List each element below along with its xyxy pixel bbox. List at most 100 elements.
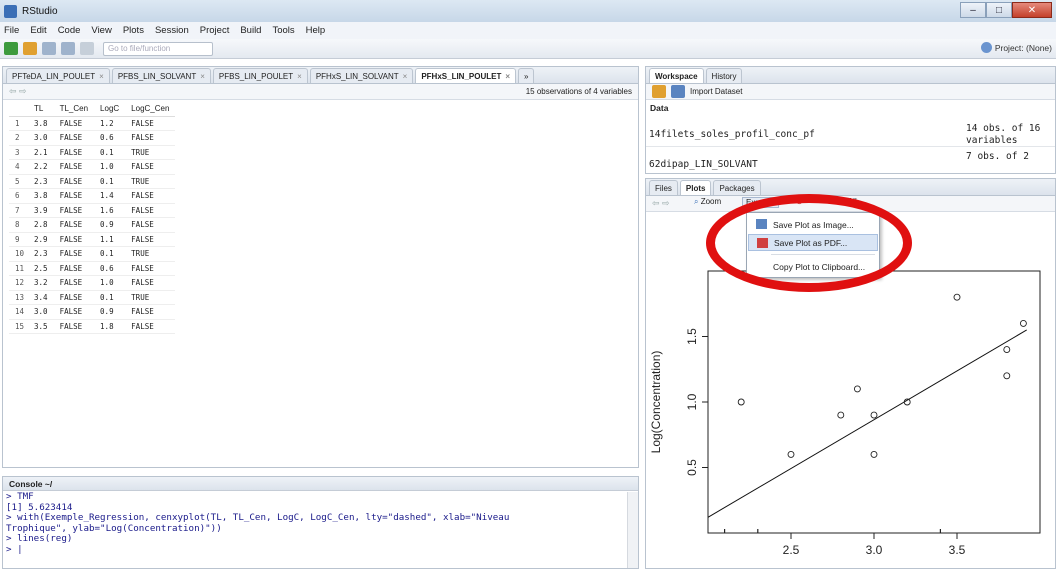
menu-tools[interactable]: Tools xyxy=(272,25,294,36)
table-row: 11 2.5 FALSE 0.6 FALSE xyxy=(9,261,176,276)
close-tab-icon[interactable]: × xyxy=(297,72,302,81)
tab-workspace[interactable]: Workspace xyxy=(649,68,704,83)
data-point xyxy=(737,398,745,406)
y-tick-label: 0.5 xyxy=(685,459,699,476)
back-forward-icon[interactable]: ⇦ ⇨ xyxy=(9,86,27,97)
plot-back-forward-icon[interactable]: ⇦ ⇨ xyxy=(652,198,670,209)
table-row: 2 3.0 FALSE 0.6 FALSE xyxy=(9,130,176,146)
row-number: 14 xyxy=(9,304,29,320)
menu-session[interactable]: Session xyxy=(155,25,189,36)
close-tab-icon[interactable]: × xyxy=(99,72,104,81)
tab-packages[interactable]: Packages xyxy=(713,180,761,195)
console-output[interactable]: > TMF [1] 5.623414 > with(Exemple_Regressi… xyxy=(6,492,624,568)
maximize-button[interactable]: □ xyxy=(986,2,1012,18)
observations-label: 15 observations of 4 variables xyxy=(525,87,632,96)
table-cell: 3.0 xyxy=(28,130,54,146)
menu-build[interactable]: Build xyxy=(240,25,261,36)
console-scrollbar[interactable] xyxy=(627,492,638,568)
close-tab-icon[interactable]: × xyxy=(200,72,205,81)
table-cell: FALSE xyxy=(53,188,95,204)
table-cell: TRUE xyxy=(125,145,176,160)
project-icon xyxy=(980,42,992,53)
table-cell: FALSE xyxy=(53,203,95,218)
data-point xyxy=(837,411,845,419)
tab-pfbs-lin-poulet[interactable]: PFBS_LIN_POULET × xyxy=(212,68,308,83)
save-workspace-icon[interactable] xyxy=(671,85,685,98)
data-viewer-toolbar: ⇦ ⇨ 15 observations of 4 variables xyxy=(3,84,638,100)
tab-pfhxs-lin-poulet[interactable]: PFHxS_LIN_POULET × xyxy=(415,68,517,83)
tab-pfteda-lin-poulet[interactable]: PFTeDA_LIN_POULET × xyxy=(6,68,110,83)
load-workspace-icon[interactable] xyxy=(652,85,666,98)
table-cell: 0.1 xyxy=(94,290,126,305)
tab-plots[interactable]: Plots xyxy=(679,180,712,195)
row-number: 12 xyxy=(9,275,29,291)
goto-file-input[interactable]: Go to file/function xyxy=(103,41,213,56)
x-tick-label: 3.5 xyxy=(949,543,966,557)
workspace-item[interactable]: 62dipap_LIN_SOLVANT 7 obs. of 2 xyxy=(646,151,1055,173)
table-row: 7 3.9 FALSE 1.6 FALSE xyxy=(9,203,176,218)
menu-file[interactable]: File xyxy=(4,25,19,36)
plots-tabs: Files Plots Packages xyxy=(646,179,1055,196)
console-pane: Console ~/ > TMF [1] 5.623414 > with(Exemp… xyxy=(2,476,639,569)
table-row: 6 3.8 FALSE 1.4 FALSE xyxy=(9,188,176,204)
table-cell: 2.9 xyxy=(28,232,54,247)
column-header[interactable]: TL xyxy=(28,102,54,117)
print-icon[interactable] xyxy=(80,42,94,55)
table-row: 5 2.3 FALSE 0.1 TRUE xyxy=(9,174,176,189)
close-button[interactable]: ✕ xyxy=(1012,2,1052,18)
table-cell: 3.8 xyxy=(28,116,54,131)
table-cell: 1.0 xyxy=(94,159,126,175)
import-dataset-button[interactable]: Import Dataset xyxy=(690,87,742,96)
close-tab-icon[interactable]: × xyxy=(505,72,510,81)
column-header[interactable]: LogC xyxy=(94,102,126,117)
table-cell: FALSE xyxy=(53,232,95,247)
table-cell: FALSE xyxy=(53,261,95,276)
table-cell: 3.5 xyxy=(28,319,54,334)
table-cell: 1.0 xyxy=(94,275,126,291)
console-line: > lines(reg) xyxy=(6,533,73,545)
table-cell: 3.9 xyxy=(28,203,54,218)
table-cell: FALSE xyxy=(125,319,176,334)
minimize-button[interactable]: – xyxy=(960,2,986,18)
zoom-button[interactable]: ⌕ Zoom xyxy=(694,197,721,207)
workspace-item[interactable]: 14filets_soles_profil_conc_pf 14 obs. of… xyxy=(646,123,1055,147)
data-point xyxy=(853,385,861,393)
column-header[interactable]: LogC_Cen xyxy=(125,102,176,117)
open-file-icon[interactable] xyxy=(23,42,37,55)
plot-frame xyxy=(707,270,1041,534)
row-number: 9 xyxy=(9,232,29,247)
x-tick-label: 3.0 xyxy=(866,543,883,557)
tab-pfbs-lin-solvant[interactable]: PFBS_LIN_SOLVANT × xyxy=(111,68,211,83)
table-cell: FALSE xyxy=(53,174,95,189)
table-cell: 2.3 xyxy=(28,246,54,262)
tab-history[interactable]: History xyxy=(705,68,743,83)
new-file-icon[interactable] xyxy=(4,42,18,55)
table-cell: FALSE xyxy=(125,188,176,204)
table-cell: FALSE xyxy=(53,246,95,262)
workspace-toolbar: Import Dataset xyxy=(646,84,1055,100)
tab-files[interactable]: Files xyxy=(649,180,678,195)
table-cell: FALSE xyxy=(53,116,95,131)
console-title: Console ~/ xyxy=(3,477,638,491)
dataset-desc-2: variables xyxy=(966,135,1018,146)
menu-code[interactable]: Code xyxy=(58,25,81,36)
menu-help[interactable]: Help xyxy=(306,25,326,36)
dataset-name: 14filets_soles_profil_conc_pf xyxy=(649,129,815,140)
table-row: 15 3.5 FALSE 1.8 FALSE xyxy=(9,319,176,334)
table-cell: 2.3 xyxy=(28,174,54,189)
table-cell: FALSE xyxy=(53,145,95,160)
menu-plots[interactable]: Plots xyxy=(123,25,144,36)
save-all-icon[interactable] xyxy=(61,42,75,55)
tab-pfhxs-lin-solvant[interactable]: PFHxS_LIN_SOLVANT × xyxy=(309,68,414,83)
data-point xyxy=(787,450,795,458)
menu-view[interactable]: View xyxy=(91,25,111,36)
column-header[interactable]: TL_Cen xyxy=(53,102,95,117)
menu-project[interactable]: Project xyxy=(200,25,230,36)
project-menu[interactable]: Project: (None) xyxy=(980,42,1052,53)
save-icon[interactable] xyxy=(42,42,56,55)
close-tab-icon[interactable]: × xyxy=(403,72,408,81)
table-cell: FALSE xyxy=(53,159,95,175)
window-title: RStudio xyxy=(22,5,58,17)
tab-overflow-button[interactable]: » xyxy=(518,68,535,83)
menu-edit[interactable]: Edit xyxy=(30,25,46,36)
